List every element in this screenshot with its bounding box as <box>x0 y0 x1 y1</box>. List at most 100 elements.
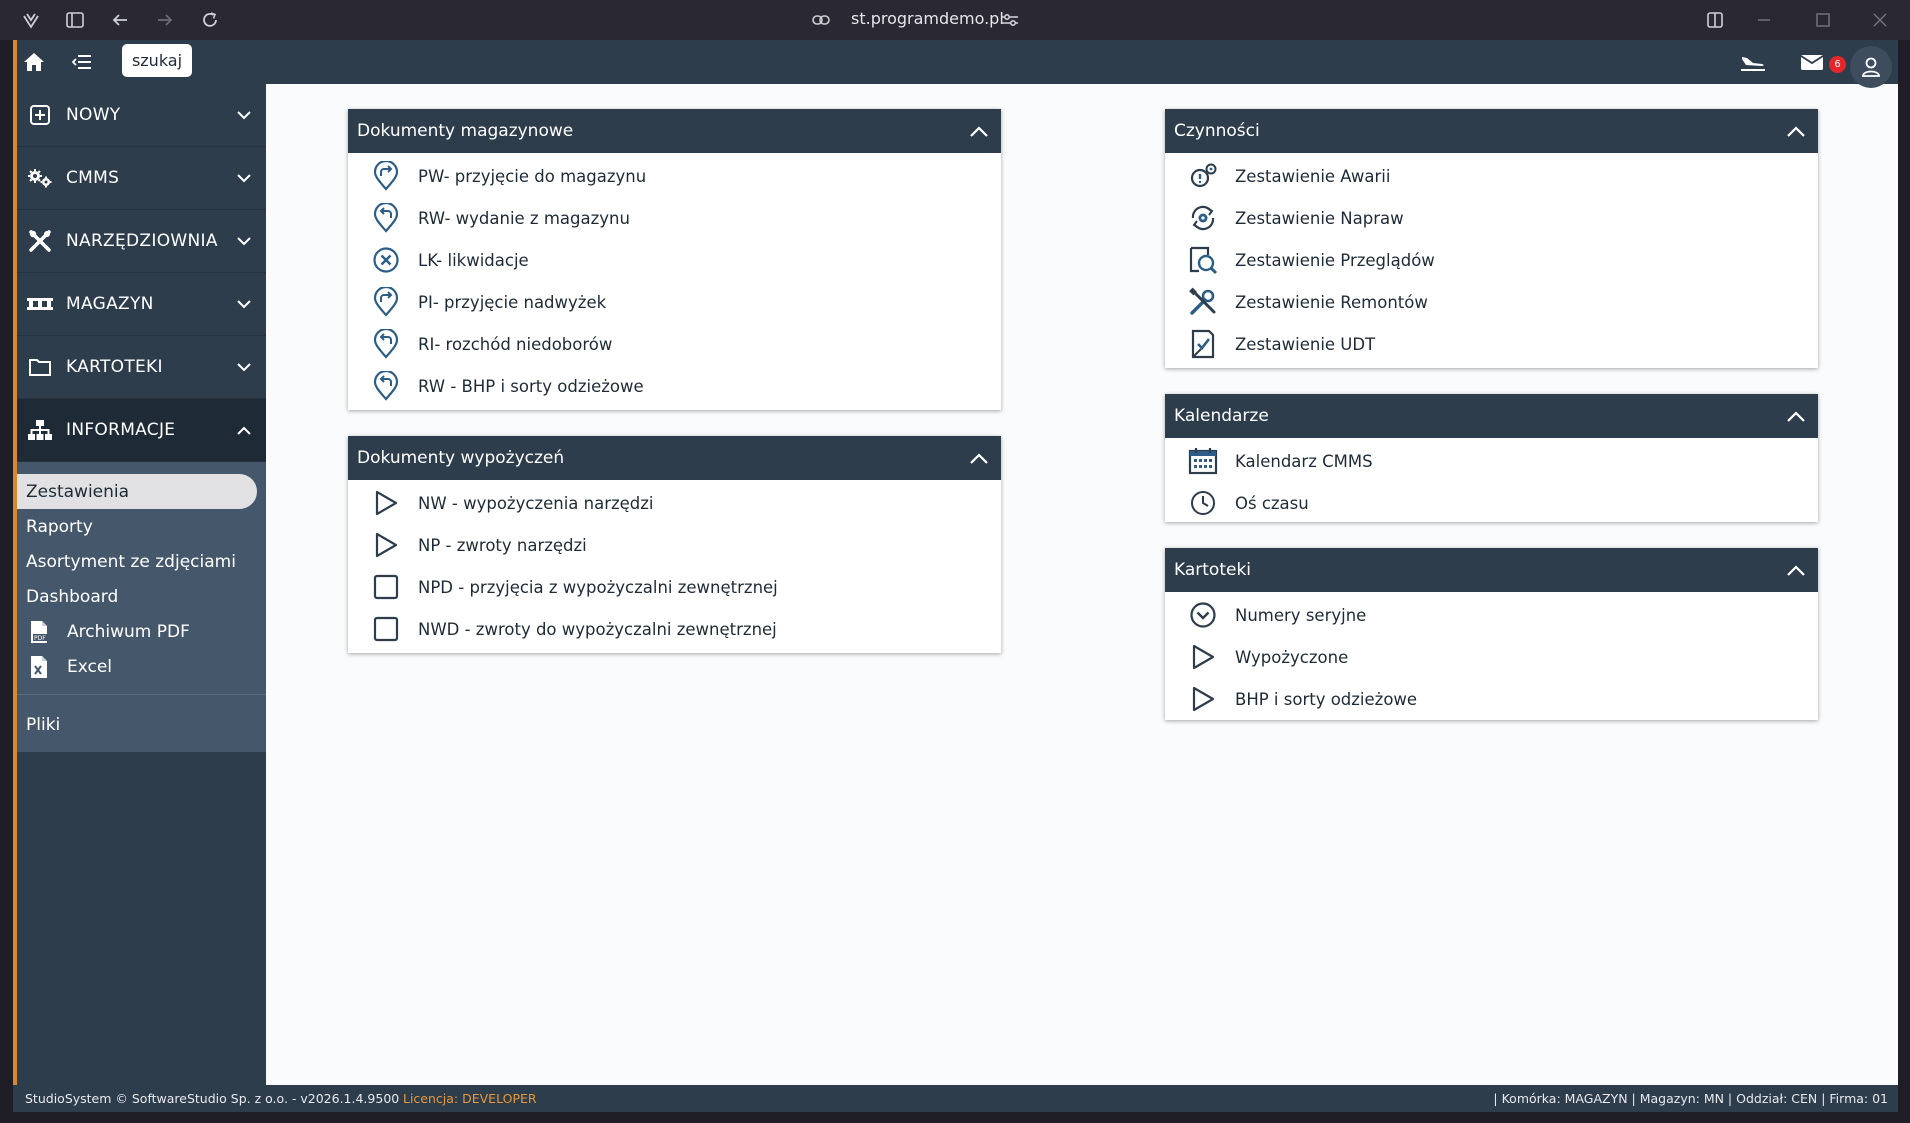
play-icon <box>370 529 402 561</box>
sidebar-item-magazyn[interactable]: MAGAZYN <box>13 273 266 336</box>
split-view-icon[interactable] <box>1703 8 1727 32</box>
panel-header[interactable]: Kalendarze <box>1165 394 1818 438</box>
submenu-item-label: Dashboard <box>26 586 119 607</box>
chevron-down-icon <box>235 169 253 187</box>
list-item-wypozyczone[interactable]: Wypożyczone <box>1165 636 1818 678</box>
submenu-informacje: Zestawienia Raporty Asortyment ze zdjęci… <box>13 462 266 697</box>
mail-icon[interactable] <box>1797 48 1827 76</box>
submenu-item-label: Raporty <box>26 516 93 537</box>
list-item-label: PI- przyjęcie nadwyżek <box>418 292 607 312</box>
play-icon <box>1187 683 1219 715</box>
circle-x-icon <box>370 244 402 276</box>
user-avatar[interactable] <box>1850 46 1892 88</box>
back-icon[interactable] <box>108 8 132 32</box>
square-icon <box>370 613 402 645</box>
address-bar-url[interactable]: st.programdemo.pl <box>851 9 1004 28</box>
excel-file-icon <box>28 655 50 679</box>
list-item-awarii[interactable]: Zestawienie Awarii <box>1165 155 1818 197</box>
forward-icon[interactable] <box>153 8 177 32</box>
minimize-icon[interactable] <box>1752 8 1776 32</box>
home-icon[interactable] <box>19 48 49 76</box>
panel-czynnosci: Czynności Zestawienie Awarii Zestawienie… <box>1165 109 1818 368</box>
collapse-chevron-icon[interactable] <box>1786 561 1806 579</box>
list-item-pi[interactable]: PI- przyjęcie nadwyżek <box>348 281 1001 323</box>
collapse-chevron-icon[interactable] <box>969 122 989 140</box>
list-item-nwd[interactable]: NWD - zwroty do wypożyczalni zewnętrznej <box>348 608 1001 650</box>
list-item-label: PW- przyjęcie do magazynu <box>418 166 647 186</box>
list-item-rw[interactable]: RW- wydanie z magazynu <box>348 197 1001 239</box>
list-item-label: LK- likwidacje <box>418 250 529 270</box>
panel-header[interactable]: Czynności <box>1165 109 1818 153</box>
list-item-ri[interactable]: RI- rozchód niedoborów <box>348 323 1001 365</box>
list-item-udt[interactable]: Zestawienie UDT <box>1165 323 1818 365</box>
sidebar-item-kartoteki[interactable]: KARTOTEKI <box>13 336 266 399</box>
submenu-item-zestawienia[interactable]: Zestawienia <box>13 474 257 509</box>
list-item-pw[interactable]: PW- przyjęcie do magazynu <box>348 155 1001 197</box>
chevron-down-icon <box>235 358 253 376</box>
reload-icon[interactable] <box>198 8 222 32</box>
list-item-label: NP - zwroty narzędzi <box>418 535 587 555</box>
context-info: | Komórka: MAGAZYN | Magazyn: MN | Oddzi… <box>1493 1091 1888 1106</box>
list-item-numery-seryjne[interactable]: Numery seryjne <box>1165 594 1818 636</box>
plus-square-icon <box>27 102 53 128</box>
submenu-item-asortyment[interactable]: Asortyment ze zdjęciami <box>13 544 266 579</box>
failure-gear-icon <box>1187 160 1219 192</box>
close-window-icon[interactable] <box>1868 8 1892 32</box>
sidebar-item-label: MAGAZYN <box>66 294 154 314</box>
list-item-nw[interactable]: NW - wypożyczenia narzędzi <box>348 482 1001 524</box>
panel-header[interactable]: Dokumenty wypożyczeń <box>348 436 1001 480</box>
sidebar: NOWY CMMS NARZĘDZIOWNIA MAGAZYN KARTOTEK… <box>13 84 266 1085</box>
copyright-text: StudioSystem © SoftwareStudio Sp. z o.o.… <box>25 1091 400 1106</box>
sidebar-item-pliki[interactable]: Pliki <box>13 697 266 752</box>
submenu-item-archiwum-pdf[interactable]: PDF Archiwum PDF <box>13 614 266 649</box>
sidebar-item-nowy[interactable]: NOWY <box>13 84 266 147</box>
submenu-divider <box>13 694 266 695</box>
square-icon <box>370 571 402 603</box>
site-settings-icon[interactable] <box>998 8 1022 32</box>
collapse-chevron-icon[interactable] <box>969 449 989 467</box>
list-item-remontow[interactable]: Zestawienie Remontów <box>1165 281 1818 323</box>
submenu-item-dashboard[interactable]: Dashboard <box>13 579 266 614</box>
panel-dokumenty-magazynowe: Dokumenty magazynowe PW- przyjęcie do ma… <box>348 109 1001 410</box>
sidebar-item-narzedziownia[interactable]: NARZĘDZIOWNIA <box>13 210 266 273</box>
maximize-icon[interactable] <box>1811 8 1835 32</box>
chevron-down-icon <box>235 295 253 313</box>
panel-header[interactable]: Kartoteki <box>1165 548 1818 592</box>
sidebar-item-cmms[interactable]: CMMS <box>13 147 266 210</box>
list-item-npd[interactable]: NPD - przyjęcia z wypożyczalni zewnętrzn… <box>348 566 1001 608</box>
list-item-przegladow[interactable]: Zestawienie Przeglądów <box>1165 239 1818 281</box>
status-footer: StudioSystem © SoftwareStudio Sp. z o.o.… <box>13 1085 1898 1112</box>
sidebar-item-informacje[interactable]: INFORMACJE <box>13 399 266 462</box>
panel-kalendarze: Kalendarze Kalendarz CMMS Oś czasu <box>1165 394 1818 522</box>
list-item-kalendarz-cmms[interactable]: Kalendarz CMMS <box>1165 440 1818 482</box>
license-text: Licencja: DEVELOPER <box>403 1091 537 1106</box>
list-item-bhp[interactable]: BHP i sorty odzieżowe <box>1165 678 1818 720</box>
list-item-rw-bhp[interactable]: RW - BHP i sorty odzieżowe <box>348 365 1001 407</box>
list-item-napraw[interactable]: Zestawienie Napraw <box>1165 197 1818 239</box>
list-item-np[interactable]: NP - zwroty narzędzi <box>348 524 1001 566</box>
search-button[interactable]: szukaj <box>122 44 192 77</box>
list-item-label: Numery seryjne <box>1235 605 1367 625</box>
sidebar-item-label: CMMS <box>66 168 120 188</box>
submenu-item-excel[interactable]: Excel <box>13 649 266 684</box>
play-icon <box>370 487 402 519</box>
gears-icon <box>27 165 53 191</box>
list-item-lk[interactable]: LK- likwidacje <box>348 239 1001 281</box>
submenu-item-raporty[interactable]: Raporty <box>13 509 266 544</box>
submenu-item-label: Asortyment ze zdjęciami <box>26 551 236 572</box>
plane-landing-icon[interactable] <box>1738 48 1768 76</box>
play-icon <box>1187 641 1219 673</box>
panel-header[interactable]: Dokumenty magazynowe <box>348 109 1001 153</box>
list-item-os-czasu[interactable]: Oś czasu <box>1165 482 1818 524</box>
pdf-file-icon: PDF <box>28 620 50 644</box>
collapse-chevron-icon[interactable] <box>1786 407 1806 425</box>
link-icon <box>809 8 833 32</box>
submenu-item-label: Archiwum PDF <box>67 621 190 642</box>
list-item-label: Zestawienie UDT <box>1235 334 1376 354</box>
browser-logo-icon[interactable] <box>19 8 43 32</box>
sidebar-toggle-icon[interactable] <box>63 8 87 32</box>
browser-chrome: st.programdemo.pl <box>0 0 1910 40</box>
pin-arrow-out-icon <box>370 328 402 360</box>
menu-collapse-icon[interactable] <box>67 48 97 76</box>
collapse-chevron-icon[interactable] <box>1786 122 1806 140</box>
